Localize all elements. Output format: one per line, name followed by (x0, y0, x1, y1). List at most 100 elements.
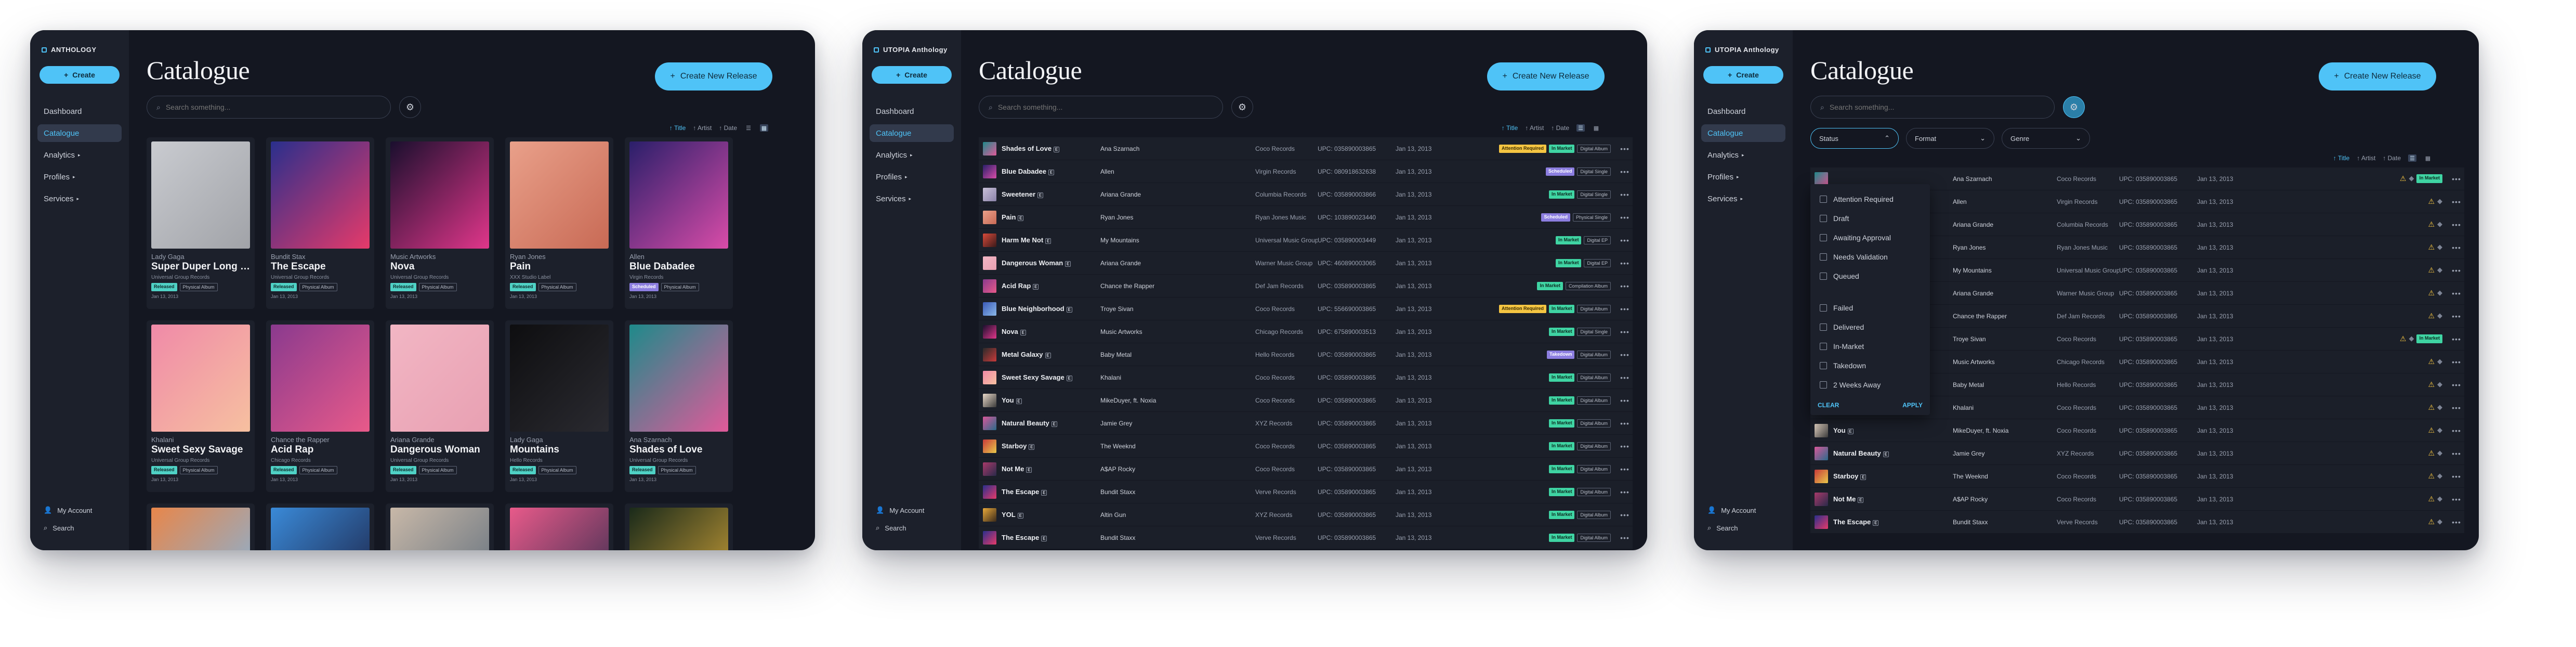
my-account-link[interactable]: 👤 My Account (44, 501, 92, 519)
status-option[interactable]: Takedown (1816, 356, 1925, 375)
status-option[interactable]: 2 Weeks Away (1816, 375, 1925, 394)
create-new-release-button[interactable]: + Create New Release (655, 62, 772, 90)
search-input[interactable] (997, 103, 1206, 111)
search-input[interactable] (1829, 103, 2038, 111)
checkbox[interactable] (1820, 253, 1827, 261)
nav-item-profiles[interactable]: Profiles ▸ (37, 168, 122, 186)
table-row[interactable]: Blue Dabadee E Allen Virgin Records UPC: 080… (979, 160, 1633, 183)
table-row[interactable]: Starboy E The Weeknd Coco Records UPC: 03589… (1810, 465, 2464, 488)
search-link[interactable]: ⌕ Search (44, 519, 92, 537)
table-row[interactable]: Not Me E A$AP Rocky Coco Records UPC: 035890… (979, 458, 1633, 481)
more-icon[interactable]: ••• (1617, 419, 1633, 428)
sort-artist[interactable]: ↑ Artist (693, 124, 712, 132)
create-button[interactable]: + Create (872, 66, 952, 84)
status-option[interactable]: Draft (1816, 209, 1925, 228)
more-icon[interactable]: ••• (2449, 221, 2464, 229)
search-input[interactable] (165, 103, 374, 111)
nav-item-dashboard[interactable]: Dashboard (1701, 102, 1785, 120)
album-card[interactable]: Chance the Rapper Acid Rap Chicago Records… (266, 320, 374, 492)
create-button[interactable]: + Create (40, 66, 120, 84)
album-card[interactable] (266, 503, 374, 550)
sort-artist[interactable]: ↑ Artist (2357, 154, 2375, 162)
table-row[interactable]: Sweet Sexy SavageEKhalaniCoco RecordsUPC… (979, 366, 1633, 389)
sort-date[interactable]: ↑ Date (2383, 154, 2401, 162)
more-icon[interactable]: ••• (2449, 518, 2464, 526)
sort-date[interactable]: ↑ Date (719, 124, 737, 132)
nav-item-profiles[interactable]: Profiles ▸ (870, 168, 954, 186)
more-icon[interactable]: ••• (2449, 358, 2464, 366)
more-icon[interactable]: ••• (2449, 312, 2464, 320)
checkbox[interactable] (1820, 214, 1827, 222)
table-row[interactable]: The Escape E Bundit Staxx Verve Records UPC:… (1810, 511, 2464, 534)
sort-date[interactable]: ↑ Date (1551, 124, 1569, 132)
list-view-icon[interactable]: ☰ (744, 124, 753, 132)
nav-item-catalogue[interactable]: Catalogue (37, 124, 122, 142)
grid-view-icon[interactable]: ▦ (760, 124, 768, 132)
filter-button[interactable]: ⚙ (1231, 96, 1253, 118)
more-icon[interactable]: ••• (1617, 373, 1633, 382)
my-account-link[interactable]: 👤 My Account (1707, 501, 1756, 519)
nav-item-profiles[interactable]: Profiles ▸ (1701, 168, 1785, 186)
table-row[interactable]: Acid Rap E Chance the Rapper Def Jam Record… (979, 275, 1633, 297)
create-button[interactable]: + Create (1703, 66, 1783, 84)
sort-artist[interactable]: ↑ Artist (1525, 124, 1544, 132)
table-row[interactable]: YOL E Altin Gun XYZ Records UPC: 03589000386… (979, 503, 1633, 526)
nav-item-dashboard[interactable]: Dashboard (37, 102, 122, 120)
more-icon[interactable]: ••• (1617, 465, 1633, 473)
status-option[interactable]: Queued (1816, 266, 1925, 286)
search-link[interactable]: ⌕ Search (1707, 519, 1756, 537)
album-card[interactable]: Allen Blue Dabadee Virgin Records Scheduled… (625, 137, 733, 309)
album-card[interactable]: Music Artworks Nova Universal Group Record… (386, 137, 494, 309)
sort-title[interactable]: ↑ Title (2333, 154, 2349, 162)
more-icon[interactable]: ••• (2449, 335, 2464, 343)
more-icon[interactable]: ••• (1617, 488, 1633, 496)
more-icon[interactable]: ••• (2449, 426, 2464, 435)
more-icon[interactable]: ••• (2449, 198, 2464, 206)
more-icon[interactable]: ••• (2449, 266, 2464, 275)
create-new-release-button[interactable]: + Create New Release (1487, 62, 1605, 90)
checkbox[interactable] (1820, 342, 1827, 350)
status-option[interactable]: Awaiting Approval (1816, 228, 1925, 247)
album-card[interactable] (147, 503, 255, 550)
list-view-icon[interactable]: ☰ (1576, 124, 1585, 132)
table-row[interactable]: You E MikeDuyer, ft. Noxia Coco Records UPC:… (1810, 419, 2464, 442)
apply-button[interactable]: APPLY (1902, 402, 1923, 409)
table-row[interactable]: Blue Neighborhood E Troye Sivan Coco Record… (979, 297, 1633, 320)
more-icon[interactable]: ••• (1617, 259, 1633, 267)
sort-title[interactable]: ↑ Title (1502, 124, 1518, 132)
nav-item-services[interactable]: Services ▸ (37, 190, 122, 208)
table-row[interactable]: Dangerous Woman E Ariana Grande Warner Musi… (979, 252, 1633, 275)
create-new-release-button[interactable]: + Create New Release (2319, 62, 2436, 90)
nav-item-catalogue[interactable]: Catalogue (1701, 124, 1785, 142)
album-card[interactable]: Lady Gaga Super Duper Long T... Universal … (147, 137, 255, 309)
more-icon[interactable]: ••• (2449, 404, 2464, 412)
list-view-icon[interactable]: ☰ (2408, 154, 2416, 162)
more-icon[interactable]: ••• (1617, 396, 1633, 405)
checkbox[interactable] (1820, 234, 1827, 241)
status-option[interactable]: Failed (1816, 298, 1925, 317)
status-dropdown[interactable]: Status ⌃ (1810, 128, 1899, 149)
album-card[interactable]: Lady Gaga Mountains Hello Records Released P… (505, 320, 613, 492)
table-row[interactable]: Pain E Ryan Jones Ryan Jones Music UPC: 1038… (979, 206, 1633, 229)
table-row[interactable]: Natural Beauty E Jamie Grey XYZ Records UPC:… (979, 412, 1633, 435)
grid-view-icon[interactable]: ▦ (2424, 154, 2432, 162)
checkbox[interactable] (1820, 361, 1827, 369)
table-row[interactable]: Starboy E The Weeknd Coco Records UPC: 03589… (979, 435, 1633, 458)
table-row[interactable]: Metal Galaxy E Baby Metal Hello Records UPC:… (979, 343, 1633, 366)
more-icon[interactable]: ••• (1617, 442, 1633, 450)
status-option[interactable]: Attention Required (1816, 189, 1925, 209)
nav-item-analytics[interactable]: Analytics ▸ (1701, 146, 1785, 164)
more-icon[interactable]: ••• (1617, 167, 1633, 176)
table-row[interactable]: Nova E Music Artworks Chicago Records UPC: 6… (979, 320, 1633, 343)
nav-item-services[interactable]: Services ▸ (870, 190, 954, 208)
more-icon[interactable]: ••• (1617, 145, 1633, 153)
sort-title[interactable]: ↑ Title (669, 124, 686, 132)
checkbox[interactable] (1820, 195, 1827, 203)
filter-button[interactable]: ⚙ (399, 96, 421, 118)
more-icon[interactable]: ••• (2449, 289, 2464, 297)
album-card[interactable] (386, 503, 494, 550)
album-card[interactable]: Ryan Jones Pain XXX Studio Label Released Ph… (505, 137, 613, 309)
checkbox[interactable] (1820, 304, 1827, 312)
more-icon[interactable]: ••• (1617, 328, 1633, 336)
more-icon[interactable]: ••• (2449, 243, 2464, 252)
